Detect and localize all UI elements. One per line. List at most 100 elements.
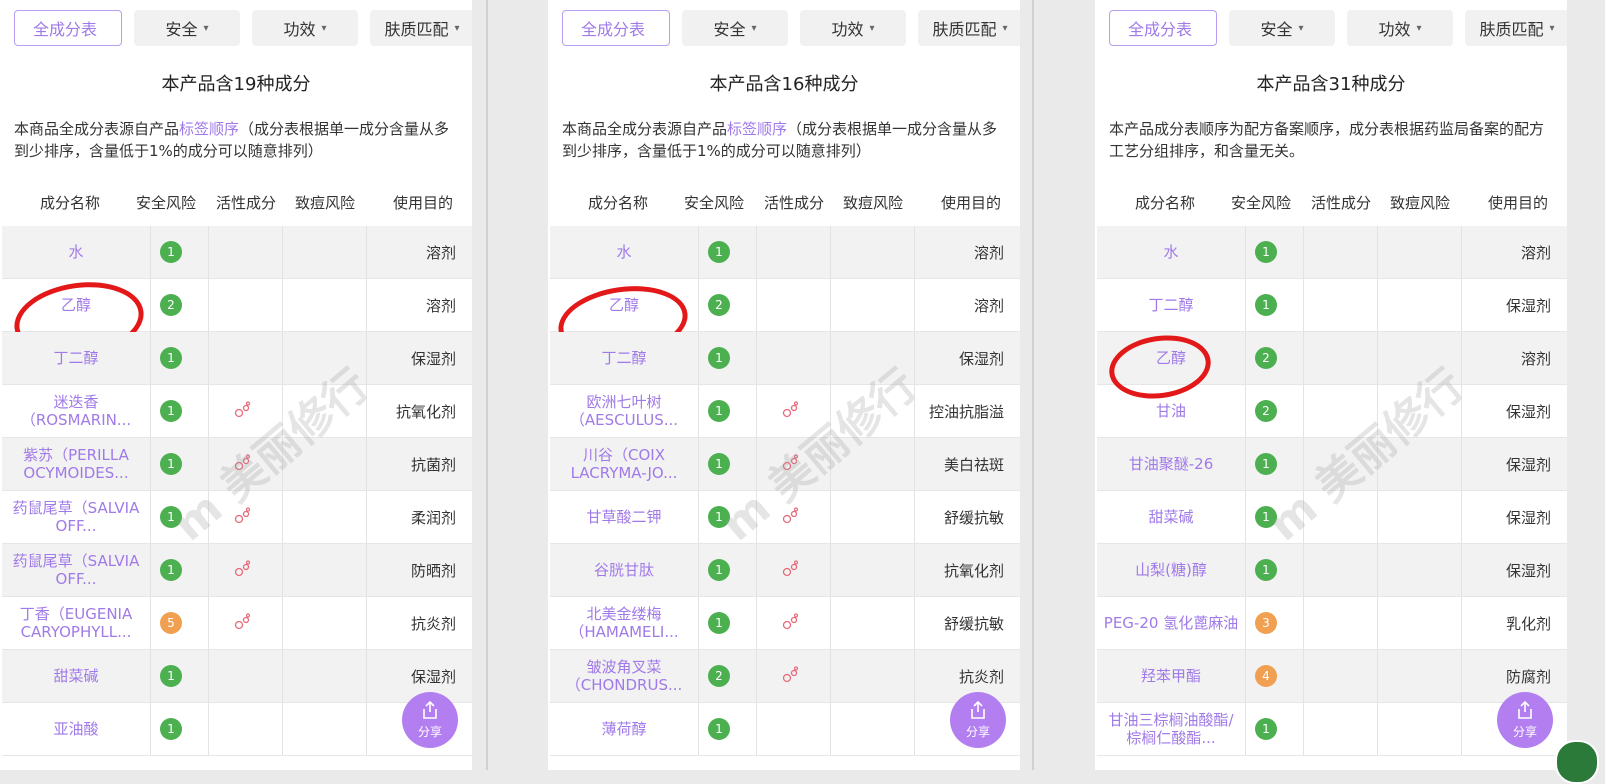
label-order-link[interactable]: 标签顺序 xyxy=(179,120,239,138)
table-row[interactable]: 皱波角叉菜（CHONDRUS... 2 抗炎剂 xyxy=(550,650,1020,703)
ingredient-purpose: 保湿剂 xyxy=(410,350,456,368)
table-row[interactable]: 羟苯甲酯 4 防腐剂 xyxy=(1097,650,1567,703)
ingredient-name[interactable]: 欧洲七叶树（AESCULUS... xyxy=(550,385,698,437)
column-divider xyxy=(282,650,283,702)
column-divider xyxy=(1303,438,1304,490)
table-row[interactable]: 北美金缕梅（HAMAMELI... 1 舒缓抗敏 xyxy=(550,597,1020,650)
table-row[interactable]: 药鼠尾草（SALVIA OFF... 1 柔润剂 xyxy=(2,491,472,544)
ingredient-name[interactable]: 谷胱甘肽 xyxy=(550,544,698,596)
tab-efficacy[interactable]: 功效 ▾ xyxy=(800,10,906,46)
column-divider xyxy=(150,491,151,543)
table-row[interactable]: 欧洲七叶树（AESCULUS... 1 控油抗脂溢 xyxy=(550,385,1020,438)
ingredient-name[interactable]: 水 xyxy=(2,226,150,278)
table-row[interactable]: 甘油 2 保湿剂 xyxy=(1097,385,1567,438)
table-row[interactable]: 迷迭香（ROSMARIN... 1 抗氧化剂 xyxy=(2,385,472,438)
table-row[interactable]: 丁二醇 1 保湿剂 xyxy=(2,332,472,385)
table-row[interactable]: 乙醇 2 溶剂 xyxy=(550,278,1020,366)
ingredient-name[interactable]: 水 xyxy=(550,226,698,278)
column-divider xyxy=(208,597,209,649)
table-row[interactable]: 丁香（EUGENIA CARYOPHYLL... 5 抗炎剂 xyxy=(2,597,472,650)
share-button[interactable]: 分享 xyxy=(1497,692,1553,748)
table-row[interactable]: 谷胱甘肽 1 抗氧化剂 xyxy=(550,544,1020,597)
column-divider xyxy=(282,597,283,649)
tab-safety[interactable]: 安全 ▾ xyxy=(134,10,240,46)
ingredient-name[interactable]: 紫苏（PERILLA OCYMOIDES... xyxy=(2,438,150,490)
tab-safety[interactable]: 安全 ▾ xyxy=(682,10,788,46)
tab-skin-match[interactable]: 肤质匹配 ▾ xyxy=(918,10,1020,46)
ingredient-name[interactable]: PEG-20 氢化蓖麻油 xyxy=(1097,597,1245,649)
ingredient-name[interactable]: 山梨(糖)醇 xyxy=(1097,544,1245,596)
ingredient-name[interactable]: 甘草酸二钾 xyxy=(550,491,698,543)
tab-all-ingredients[interactable]: 全成分表 xyxy=(1109,10,1217,46)
ingredient-purpose: 溶剂 xyxy=(425,244,456,262)
chevron-down-icon: ▾ xyxy=(1416,22,1422,34)
table-row[interactable]: 水 1 溶剂 xyxy=(1097,226,1567,279)
ingredient-name[interactable]: 甘油聚醚-26 xyxy=(1097,438,1245,490)
column-header: 活性成分 xyxy=(763,194,824,212)
ingredient-name[interactable]: 药鼠尾草（SALVIA OFF... xyxy=(2,544,150,596)
active-ingredient-icon xyxy=(234,560,252,582)
tab-safety[interactable]: 安全 ▾ xyxy=(1229,10,1335,46)
table-row[interactable]: 甜菜碱 1 保湿剂 xyxy=(1097,491,1567,544)
tab-efficacy[interactable]: 功效 ▾ xyxy=(1347,10,1453,46)
ingredient-name[interactable]: 丁二醇 xyxy=(550,332,698,384)
ingredient-name[interactable]: 川谷（COIX LACRYMA-JO... xyxy=(550,438,698,490)
tab-all-ingredients[interactable]: 全成分表 xyxy=(562,10,670,46)
table-row[interactable]: 乙醇 2 溶剂 xyxy=(2,274,472,366)
column-divider xyxy=(1245,332,1246,384)
ingredient-name[interactable]: 丁二醇 xyxy=(2,332,150,384)
tab-skin-match[interactable]: 肤质匹配 ▾ xyxy=(370,10,472,46)
ingredient-name[interactable]: 北美金缕梅（HAMAMELI... xyxy=(550,597,698,649)
table-row[interactable]: 水 1 溶剂 xyxy=(550,226,1020,279)
table-row[interactable]: 甜菜碱 1 保湿剂 xyxy=(2,650,472,703)
active-ingredient-icon xyxy=(234,454,252,476)
label-order-link[interactable]: 标签顺序 xyxy=(727,120,787,138)
ingredient-purpose: 防晒剂 xyxy=(410,562,456,580)
share-button[interactable]: 分享 xyxy=(950,692,1006,748)
share-button[interactable]: 分享 xyxy=(402,692,458,748)
safety-score-badge: 1 xyxy=(160,453,182,475)
table-row[interactable]: 山梨(糖)醇 1 保湿剂 xyxy=(1097,544,1567,597)
ingredient-name[interactable]: 甜菜碱 xyxy=(1097,491,1245,543)
column-divider xyxy=(830,544,831,596)
table-row[interactable]: 甘草酸二钾 1 舒缓抗敏 xyxy=(550,491,1020,544)
safety-score-badge: 1 xyxy=(1255,294,1277,316)
table-row[interactable]: 紫苏（PERILLA OCYMOIDES... 1 抗菌剂 xyxy=(2,438,472,491)
table-row[interactable]: PEG-20 氢化蓖麻油 3 乳化剂 xyxy=(1097,597,1567,650)
safety-score-badge: 1 xyxy=(708,453,730,475)
ingredient-name[interactable]: 甜菜碱 xyxy=(2,650,150,702)
table-row[interactable]: 甘油聚醚-26 1 保湿剂 xyxy=(1097,438,1567,491)
ingredient-name[interactable]: 亚油酸 xyxy=(2,703,150,755)
ingredient-name[interactable]: 甘油 xyxy=(1097,385,1245,437)
active-ingredient-icon xyxy=(782,666,800,688)
ingredient-name[interactable]: 水 xyxy=(1097,226,1245,278)
table-row[interactable]: 药鼠尾草（SALVIA OFF... 1 防晒剂 xyxy=(2,544,472,597)
table-row[interactable]: 乙醇 2 溶剂 xyxy=(1097,329,1567,405)
ingredient-name[interactable]: 药鼠尾草（SALVIA OFF... xyxy=(2,491,150,543)
ingredient-purpose: 溶剂 xyxy=(973,297,1004,315)
ingredient-name-text: 谷胱甘肽 xyxy=(593,561,654,579)
column-divider xyxy=(150,226,151,278)
ingredient-name[interactable]: 薄荷醇 xyxy=(550,703,698,755)
column-divider xyxy=(830,226,831,278)
tab-efficacy[interactable]: 功效 ▾ xyxy=(252,10,358,46)
table-row[interactable]: 水 1 溶剂 xyxy=(2,226,472,279)
ingredient-name[interactable]: 丁二醇 xyxy=(1097,279,1245,331)
safety-score-badge: 1 xyxy=(160,665,182,687)
ingredient-name[interactable]: 羟苯甲酯 xyxy=(1097,650,1245,702)
column-divider xyxy=(208,544,209,596)
table-row[interactable]: 川谷（COIX LACRYMA-JO... 1 美白祛斑 xyxy=(550,438,1020,491)
ingredient-name[interactable]: 甘油三棕榈油酸酯/棕榈仁酸酯... xyxy=(1097,703,1245,755)
chevron-down-icon: ▾ xyxy=(751,22,757,34)
description-text: 本商品全成分表源自产品 xyxy=(562,120,728,138)
table-row[interactable]: 丁二醇 1 保湿剂 xyxy=(1097,279,1567,332)
ingredient-name-text: 皱波角叉菜（CHONDRUS... xyxy=(565,658,683,694)
ingredient-name[interactable]: 迷迭香（ROSMARIN... xyxy=(2,385,150,437)
tab-all-ingredients[interactable]: 全成分表 xyxy=(14,10,122,46)
ingredient-name[interactable]: 丁香（EUGENIA CARYOPHYLL... xyxy=(2,597,150,649)
ingredient-name[interactable]: 皱波角叉菜（CHONDRUS... xyxy=(550,650,698,702)
column-divider xyxy=(366,438,367,490)
tab-skin-match[interactable]: 肤质匹配 ▾ xyxy=(1465,10,1567,46)
ingredient-name-text: 水 xyxy=(1163,243,1179,261)
table-row[interactable]: 丁二醇 1 保湿剂 xyxy=(550,332,1020,385)
